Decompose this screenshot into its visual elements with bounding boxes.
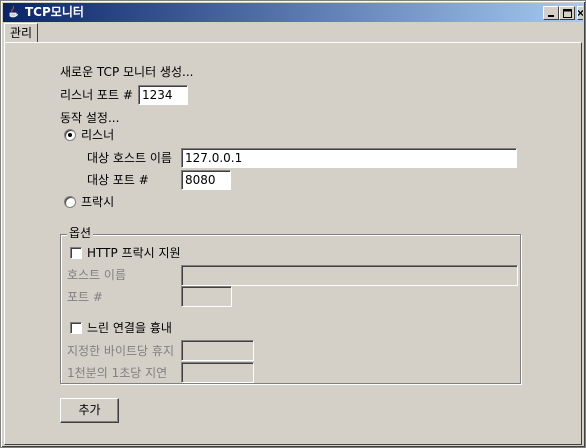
radio-selected-dot [68, 133, 72, 137]
section-title: 새로운 TCP 모니터 생성... [60, 65, 194, 79]
listener-radio-label: 리스너 [81, 128, 115, 142]
window-title: TCP모니터 [25, 5, 84, 19]
app-window: TCP모니터 관리 새로운 TCP 모니터 생성... 리스너 포트 # 123… [0, 0, 586, 448]
proxy-radio-label: 프락시 [81, 195, 115, 209]
minimize-icon [548, 15, 554, 17]
maximize-icon [562, 8, 572, 18]
title-bar[interactable]: TCP모니터 [3, 3, 583, 22]
minimize-button[interactable] [543, 6, 559, 20]
target-port-input[interactable]: 8080 [181, 170, 231, 190]
http-proxy-label: HTTP 프락시 지원 [87, 246, 181, 260]
options-group-title: 옵션 [67, 225, 94, 241]
bytes-pause-input[interactable] [181, 340, 254, 361]
http-proxy-checkbox[interactable] [70, 247, 82, 259]
proxy-port-input[interactable] [181, 286, 232, 307]
proxy-host-input[interactable] [181, 265, 518, 286]
target-host-input[interactable]: 127.0.0.1 [181, 148, 517, 168]
java-cup-icon [9, 5, 18, 18]
proxy-port-label: 포트 # [67, 290, 103, 304]
delay-input[interactable] [181, 362, 254, 383]
add-button[interactable]: 추가 [60, 398, 119, 423]
action-settings-label: 동작 설정... [60, 111, 120, 125]
slow-connection-label: 느린 연결을 흉내 [87, 321, 172, 335]
listener-port-input[interactable]: 1234 [138, 85, 188, 105]
listener-port-label: 리스너 포트 # [60, 88, 133, 102]
delay-label: 1천분의 1초당 지연 [67, 366, 168, 380]
maximize-button[interactable] [559, 6, 575, 20]
target-port-label: 대상 포트 # [87, 173, 149, 187]
proxy-radio[interactable] [64, 196, 76, 208]
listener-radio[interactable] [64, 129, 76, 141]
close-button[interactable] [577, 6, 583, 20]
proxy-host-label: 호스트 이름 [67, 268, 127, 282]
tab-management[interactable]: 관리 [4, 23, 38, 42]
bytes-pause-label: 지정한 바이트당 휴지 [67, 344, 174, 358]
target-host-label: 대상 호스트 이름 [87, 151, 172, 165]
close-icon [578, 10, 583, 16]
slow-connection-checkbox[interactable] [70, 322, 82, 334]
